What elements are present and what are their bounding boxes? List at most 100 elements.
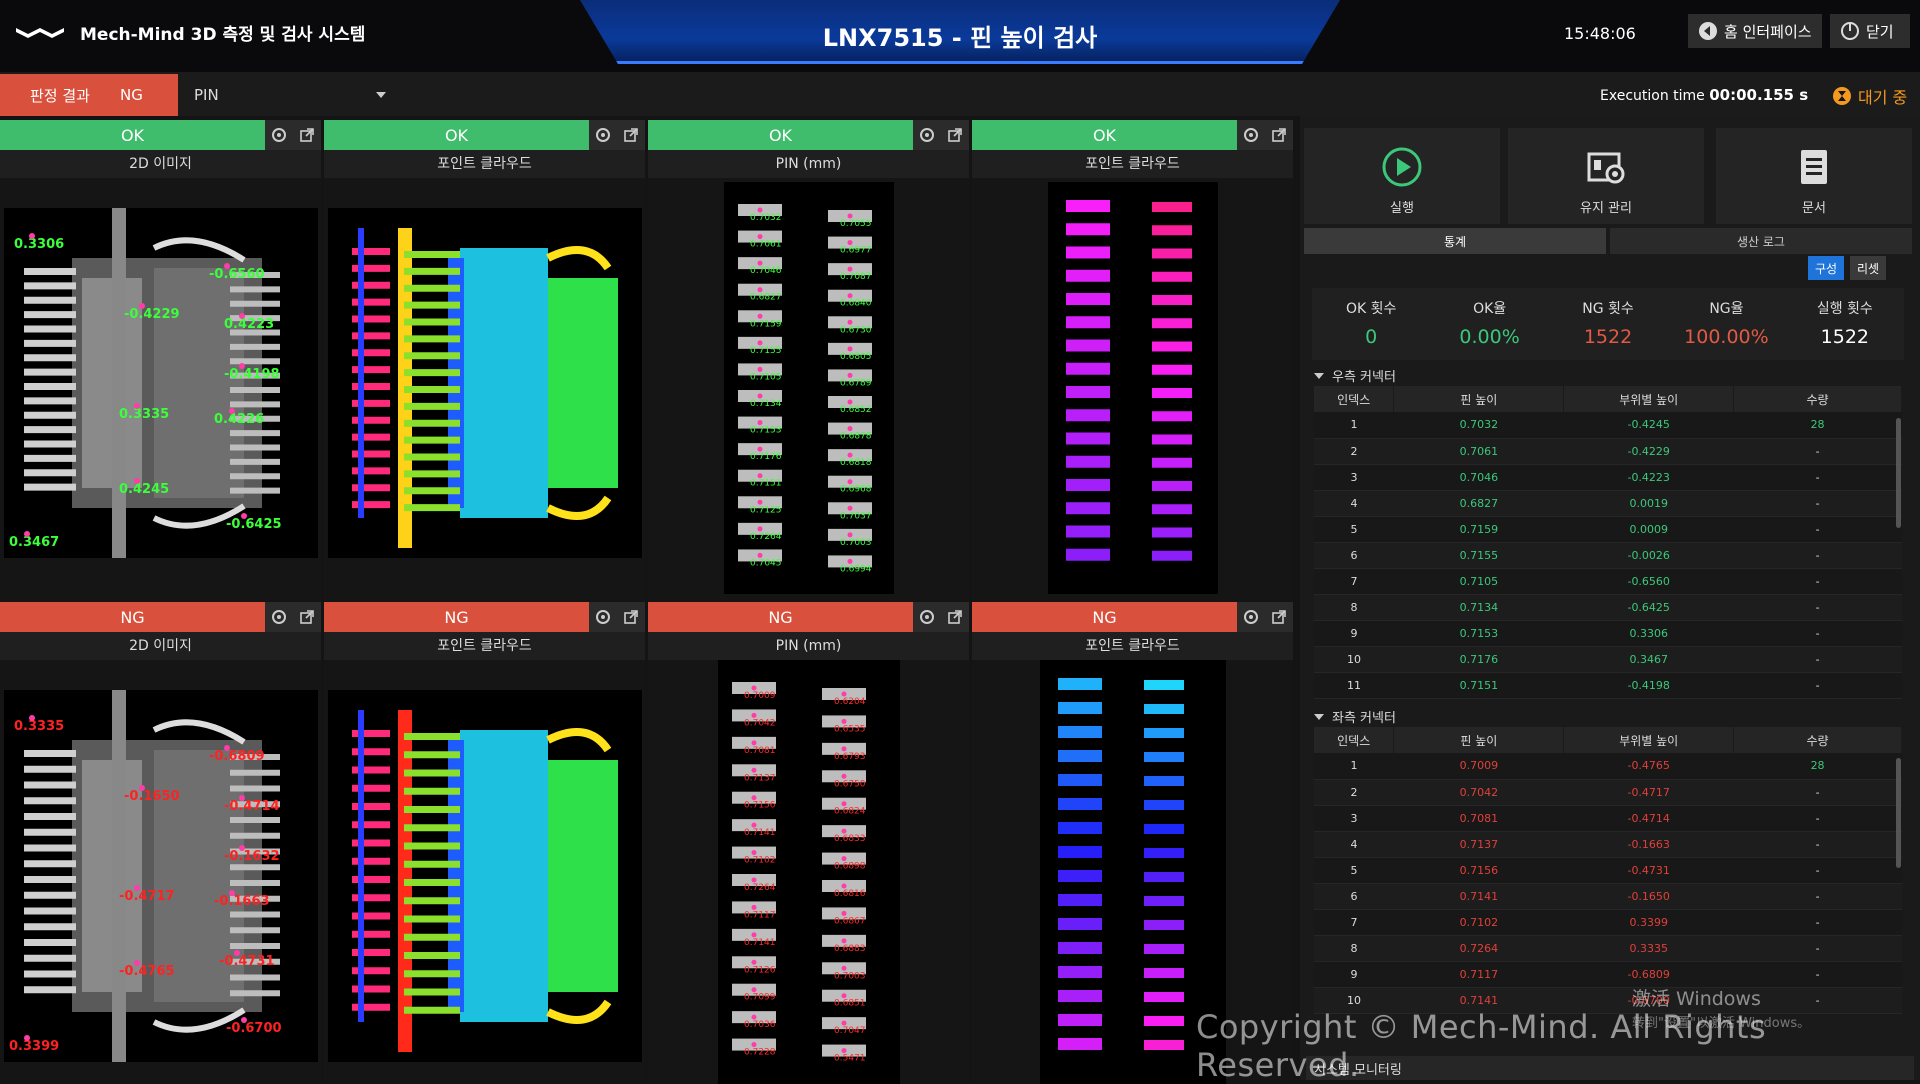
table-cell: 1 (1314, 753, 1394, 780)
pin-value-label: 0.7137 (744, 773, 776, 783)
external-open-icon[interactable] (293, 602, 321, 632)
power-icon (1841, 22, 1859, 40)
pin-shape (1058, 846, 1102, 858)
pin-shape (1058, 774, 1102, 786)
settings-gear-icon[interactable] (913, 602, 941, 632)
view-panel: OK 2D 이미지 0.3306 -0.6560 0.3467 -0.6425 -0.422… (0, 120, 321, 600)
table-row[interactable]: 1 0.7032 -0.4245 28 (1314, 412, 1902, 439)
table-cell: - (1733, 672, 1902, 699)
run-button[interactable]: 실행 (1304, 128, 1500, 224)
table-cell: 0.7264 (1393, 935, 1564, 962)
external-open-icon[interactable] (1265, 120, 1293, 150)
tab-statistics[interactable]: 통계 (1304, 228, 1606, 254)
table-row[interactable]: 10 0.7176 0.3467- (1314, 646, 1902, 673)
scrollbar[interactable] (1896, 758, 1901, 868)
external-open-icon[interactable] (617, 602, 645, 632)
settings-gear-icon[interactable] (265, 120, 293, 150)
table-row[interactable]: 11 0.7151 -0.4198- (1314, 672, 1902, 699)
external-open-icon[interactable] (1265, 602, 1293, 632)
table-row[interactable]: 7 0.7105 -0.6560- (1314, 568, 1902, 595)
table-cell: - (1733, 438, 1902, 465)
pin-shape (1144, 968, 1184, 978)
pin-point (847, 319, 853, 325)
pin-value-label: 0.6977 (840, 246, 872, 256)
pin-value-label: 0.7032 (750, 213, 782, 223)
config-button[interactable]: 구성 (1808, 256, 1844, 280)
external-open-icon[interactable] (293, 120, 321, 150)
table-row[interactable]: 7 0.7102 0.3399- (1314, 909, 1902, 936)
pin-point (751, 822, 757, 828)
table-row[interactable]: 4 0.6827 0.0019- (1314, 490, 1902, 517)
settings-gear-icon[interactable] (913, 120, 941, 150)
table-row[interactable]: 4 0.7137 -0.1663- (1314, 831, 1902, 858)
settings-gear-icon[interactable] (589, 602, 617, 632)
table-row[interactable]: 9 0.7153 0.3306- (1314, 620, 1902, 647)
pin-value-label: 0.6883 (834, 944, 866, 954)
external-open-icon[interactable] (617, 120, 645, 150)
table-cell: - (1733, 779, 1902, 806)
pin-point (757, 552, 763, 558)
pin-point (757, 287, 763, 293)
table-row[interactable]: 1 0.7009 -0.4765 28 (1314, 753, 1902, 780)
panel-header: NG (324, 602, 645, 632)
pin-shape (1058, 822, 1102, 834)
table-cell: 4 (1314, 490, 1394, 517)
external-open-icon[interactable] (941, 602, 969, 632)
panel-title: 포인트 클라우드 (972, 150, 1293, 178)
pin-value-label: 0.6898 (834, 862, 866, 872)
settings-gear-icon[interactable] (1237, 602, 1265, 632)
pin-value-label: 0.6535 (834, 724, 866, 734)
table-cell: 28 (1733, 412, 1902, 439)
close-button[interactable]: 닫기 (1830, 14, 1910, 48)
section-right-connector[interactable]: 우측 커넥터 (1314, 366, 1396, 385)
table-cell: 6 (1314, 542, 1394, 569)
pin-value-label: 0.7156 (744, 801, 776, 811)
pin-shape (1066, 548, 1110, 561)
table-row[interactable]: 5 0.7159 0.0009- (1314, 516, 1902, 543)
pin-point (757, 393, 763, 399)
measure-point (139, 303, 145, 309)
close-button-label: 닫기 (1866, 22, 1894, 41)
table-row[interactable]: 3 0.7081 -0.4714- (1314, 805, 1902, 832)
pin-shape (1152, 225, 1192, 236)
scrollbar[interactable] (1896, 418, 1901, 528)
pin-shape (1066, 432, 1110, 445)
section-left-connector[interactable]: 좌측 커넥터 (1314, 707, 1396, 726)
measure-label: 0.3335 (14, 719, 64, 734)
reset-button[interactable]: 리셋 (1850, 256, 1886, 280)
home-button[interactable]: 홈 인터페이스 (1688, 14, 1822, 48)
stat-value: 0.00% (1459, 326, 1520, 348)
settings-gear-icon[interactable] (265, 602, 293, 632)
measure-point (24, 531, 30, 537)
tab-production-log[interactable]: 생산 로그 (1610, 228, 1912, 254)
table-row[interactable]: 2 0.7061 -0.4229- (1314, 438, 1902, 465)
table-row[interactable]: 9 0.7117 -0.6809- (1314, 961, 1902, 988)
pin-point (751, 685, 757, 691)
pin-point (841, 1048, 847, 1054)
document-button[interactable]: 문서 (1716, 128, 1912, 224)
pin-point (757, 446, 763, 452)
table-row[interactable]: 2 0.7042 -0.4717- (1314, 779, 1902, 806)
table-row[interactable]: 6 0.7141 -0.1650- (1314, 883, 1902, 910)
table-row[interactable]: 6 0.7155 -0.0026- (1314, 542, 1902, 569)
stat-value: 0 (1365, 326, 1378, 348)
stat-item: NG 횟수 1522 (1549, 288, 1667, 360)
settings-gear-icon[interactable] (1237, 120, 1265, 150)
pin-value-label: 0.7081 (744, 746, 776, 756)
column-header: 부위별 높이 (1563, 386, 1735, 412)
pin-select[interactable]: PIN (194, 74, 394, 116)
pin-shape (1152, 364, 1192, 375)
external-open-icon[interactable] (941, 120, 969, 150)
table-cell: - (1733, 542, 1902, 569)
maintenance-button[interactable]: 유지 관리 (1508, 128, 1704, 224)
table-row[interactable]: 8 0.7264 0.3335- (1314, 935, 1902, 962)
settings-gear-icon[interactable] (589, 120, 617, 150)
table-row[interactable]: 3 0.7046 -0.4223- (1314, 464, 1902, 491)
table-row[interactable]: 8 0.7134 -0.6425- (1314, 594, 1902, 621)
pin-shape (1058, 942, 1102, 954)
pin-shape (1152, 388, 1192, 398)
pin-shape (1058, 870, 1102, 882)
measure-point (239, 363, 245, 369)
panel-status-badge: NG (0, 602, 265, 632)
table-row[interactable]: 5 0.7156 -0.4731- (1314, 857, 1902, 884)
